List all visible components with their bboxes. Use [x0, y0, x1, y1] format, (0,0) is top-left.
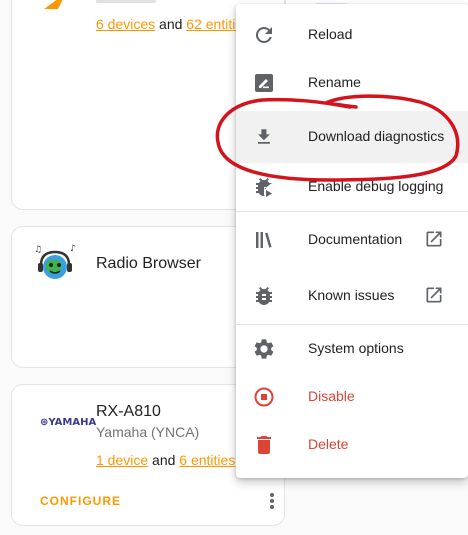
devices-link[interactable]: 1 device — [96, 452, 148, 468]
yamaha-logo: ⊛YAMAHA — [40, 417, 97, 428]
trash-icon — [257, 436, 271, 454]
brand-logo-icon — [44, 0, 63, 9]
menu-label: Delete — [308, 436, 349, 452]
overflow-menu-icon[interactable] — [262, 491, 282, 511]
integration-name: RX-A810 — [96, 403, 161, 420]
menu-item-documentation[interactable]: Documentation — [236, 216, 468, 264]
library-icon — [256, 232, 272, 248]
open-in-new-icon — [426, 231, 442, 247]
radio-browser-logo-icon: ♫ ♪ — [34, 244, 76, 279]
menu-item-rename[interactable]: Rename — [236, 59, 468, 107]
entities-link[interactable]: 6 entities — [179, 452, 235, 468]
svg-text:♫: ♫ — [34, 245, 42, 255]
open-in-new-icon — [426, 287, 442, 303]
menu-item-disable[interactable]: Disable — [236, 373, 468, 421]
menu-label: System options — [308, 340, 404, 356]
svg-text:♪: ♪ — [70, 244, 76, 254]
links-joiner: and — [159, 16, 183, 32]
device-entity-links: 6 devices and 62 entities — [96, 16, 250, 32]
configure-button[interactable]: CONFIGURE — [40, 494, 121, 508]
menu-label: Known issues — [308, 287, 395, 303]
menu-item-reload[interactable]: Reload — [236, 11, 468, 59]
menu-label: Documentation — [308, 231, 403, 247]
links-joiner: and — [152, 452, 176, 468]
menu-item-delete[interactable]: Delete — [236, 421, 468, 469]
rename-icon — [255, 74, 273, 92]
integration-overflow-menu: Reload Rename Download diagnostics Enabl… — [236, 4, 468, 478]
download-icon — [257, 129, 270, 144]
integrations-page: 6 devices and 62 entities ♫ ♪ Radio Brow… — [0, 0, 468, 535]
menu-divider — [236, 211, 468, 212]
menu-label: Disable — [308, 388, 355, 404]
integration-subtitle-partial — [96, 0, 156, 3]
menu-label: Rename — [308, 74, 361, 90]
integration-name: Radio Browser — [96, 255, 201, 272]
gear-icon — [254, 339, 274, 359]
menu-item-download-diagnostics[interactable]: Download diagnostics — [236, 111, 468, 163]
menu-label: Reload — [308, 26, 353, 42]
bug-play-icon — [256, 178, 272, 197]
stop-circle-icon — [254, 387, 274, 407]
integration-manufacturer: Yamaha (YNCA) — [96, 424, 200, 440]
menu-label: Enable debug logging — [308, 178, 444, 194]
menu-label: Download diagnostics — [308, 128, 445, 144]
menu-item-system-options[interactable]: System options — [236, 325, 468, 373]
reload-icon — [255, 26, 272, 43]
menu-item-enable-debug-logging[interactable]: Enable debug logging — [236, 163, 468, 211]
bug-icon — [256, 287, 272, 305]
device-entity-links: 1 device and 6 entities — [96, 452, 235, 468]
menu-item-known-issues[interactable]: Known issues — [236, 272, 468, 320]
devices-link[interactable]: 6 devices — [96, 16, 155, 32]
